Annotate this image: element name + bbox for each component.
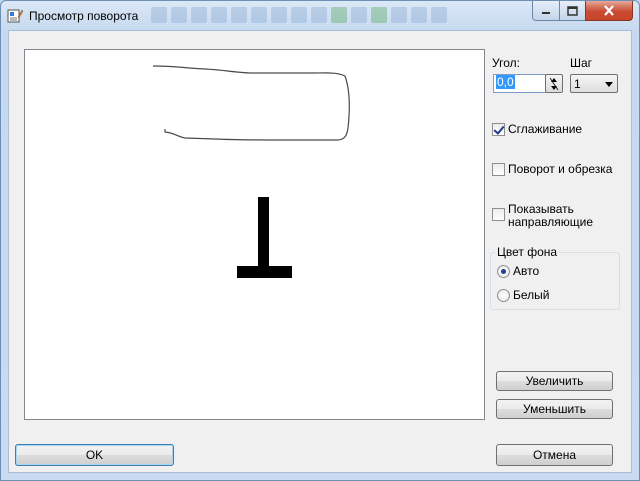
close-icon — [604, 5, 614, 16]
show-guides-label-line2[interactable]: направляющие — [508, 215, 593, 229]
maximize-icon — [567, 5, 578, 16]
maximize-button[interactable] — [559, 1, 586, 21]
show-guides-checkbox[interactable] — [492, 208, 505, 221]
angle-input[interactable]: 0,0 — [493, 74, 548, 93]
step-select[interactable]: 1 — [570, 74, 618, 93]
bg-white-label[interactable]: Белый — [513, 288, 549, 302]
step-value: 1 — [574, 77, 581, 91]
step-label: Шаг — [570, 56, 593, 70]
background-color-group — [490, 252, 620, 310]
zoom-out-button[interactable]: Уменьшить — [496, 399, 613, 419]
preview-stroke — [152, 65, 350, 141]
smoothing-label[interactable]: Сглаживание — [508, 122, 582, 136]
inverted-t-stem — [258, 197, 269, 270]
title-bar[interactable]: Просмотр поворота — [1, 1, 639, 31]
dialog-client-area: Угол: 0,0 Шаг 1 Сглаживание Поворот и об… — [8, 30, 632, 473]
preview-drawing — [152, 65, 350, 278]
rotation-preview-canvas[interactable] — [24, 49, 485, 420]
window-title: Просмотр поворота — [29, 9, 139, 23]
rotate-crop-label[interactable]: Поворот и обрезка — [508, 162, 612, 176]
bg-white-radio[interactable] — [497, 289, 510, 302]
rotate-crop-checkbox[interactable] — [492, 163, 505, 176]
minimize-icon — [542, 11, 550, 14]
smoothing-checkbox[interactable] — [492, 123, 505, 136]
angle-spinner[interactable] — [545, 74, 563, 93]
minimize-button[interactable] — [532, 1, 560, 21]
chevron-down-icon — [605, 82, 613, 87]
spin-arrows-icon — [549, 77, 559, 90]
background-toolbar-ghost — [151, 7, 531, 25]
bg-auto-label[interactable]: Авто — [513, 264, 539, 278]
background-color-group-title: Цвет фона — [495, 245, 560, 259]
cancel-button[interactable]: Отмена — [496, 444, 613, 466]
zoom-in-button[interactable]: Увеличить — [496, 371, 613, 391]
show-guides-label-line1[interactable]: Показывать — [508, 202, 574, 216]
ok-button[interactable]: OK — [15, 444, 174, 466]
angle-label: Угол: — [492, 56, 520, 70]
inverted-t-base — [237, 266, 292, 278]
close-button[interactable] — [585, 1, 633, 21]
app-icon — [7, 9, 23, 23]
angle-value: 0,0 — [496, 75, 515, 89]
bg-auto-radio[interactable] — [497, 265, 510, 278]
